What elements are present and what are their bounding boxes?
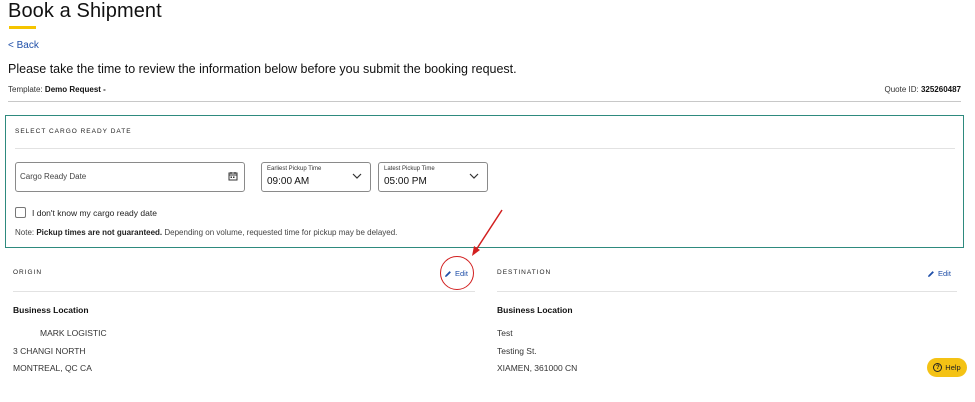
destination-panel: DESTINATION Edit Business Location Test …: [489, 255, 963, 402]
origin-panel: ORIGIN Edit Business Location MARK LOGIS…: [5, 255, 479, 402]
earliest-pickup-value: 09:00 AM: [267, 176, 310, 187]
destination-location-type: Business Location: [497, 305, 573, 315]
divider: [15, 148, 955, 149]
back-link-label: < Back: [8, 40, 39, 51]
quote-value: 325260487: [920, 85, 961, 94]
intro-text: Please take the time to review the infor…: [8, 62, 517, 76]
annotation-circle: [440, 256, 474, 290]
pickup-note: Note: Pickup times are not guaranteed. D…: [15, 228, 397, 237]
chevron-down-icon: [469, 173, 479, 179]
note-rest: Depending on volume, requested time for …: [162, 228, 398, 237]
help-button[interactable]: ? Help: [927, 358, 967, 377]
origin-address-line2: 3 CHANGI NORTH: [13, 346, 86, 356]
page-title: Book a Shipment: [8, 0, 162, 22]
origin-location-type: Business Location: [13, 305, 89, 315]
unknown-date-label: I don't know my cargo ready date: [32, 207, 157, 218]
calendar-icon[interactable]: [228, 171, 238, 181]
template-line: Template: Demo Request -: [8, 85, 106, 94]
divider: [13, 291, 475, 292]
destination-edit-button[interactable]: Edit: [927, 269, 951, 278]
title-underline: [9, 26, 36, 29]
origin-address-line1: MARK LOGISTIC: [40, 328, 107, 338]
template-label: Template:: [8, 85, 43, 94]
help-label: Help: [945, 363, 961, 372]
annotation-arrow-icon: [472, 209, 503, 256]
divider: [8, 101, 961, 102]
divider: [497, 291, 957, 292]
earliest-pickup-time-select[interactable]: Earliest Pickup Time 09:00 AM: [261, 162, 371, 192]
note-prefix: Note:: [15, 228, 37, 237]
earliest-pickup-label: Earliest Pickup Time: [267, 166, 322, 172]
origin-heading: ORIGIN: [13, 269, 43, 276]
destination-address-line1: Test: [497, 328, 513, 338]
pencil-icon: [928, 270, 934, 277]
latest-pickup-time-select[interactable]: Latest Pickup Time 05:00 PM: [378, 162, 488, 192]
unknown-date-row: I don't know my cargo ready date: [15, 207, 157, 218]
cargo-section-heading: SELECT CARGO READY DATE: [15, 128, 132, 135]
latest-pickup-value: 05:00 PM: [384, 176, 427, 187]
destination-address-line3: XIAMEN, 361000 CN: [497, 363, 578, 373]
question-circle-icon: ?: [933, 363, 943, 372]
chevron-down-icon: [352, 173, 362, 179]
back-link[interactable]: < Back: [8, 40, 39, 51]
latest-pickup-label: Latest Pickup Time: [384, 166, 435, 172]
template-value: Demo Request -: [44, 85, 106, 94]
unknown-date-checkbox[interactable]: [15, 207, 26, 218]
cargo-ready-date-input[interactable]: Cargo Ready Date: [15, 162, 245, 192]
destination-address-line2: Testing St.: [497, 346, 537, 356]
quote-id: Quote ID: 325260487: [884, 85, 961, 94]
cargo-ready-date-placeholder: Cargo Ready Date: [20, 172, 87, 181]
quote-label: Quote ID:: [884, 85, 919, 94]
destination-edit-label: Edit: [938, 269, 951, 278]
origin-address-line3: MONTREAL, QC CA: [13, 363, 92, 373]
note-bold: Pickup times are not guaranteed.: [36, 228, 163, 237]
destination-heading: DESTINATION: [497, 269, 552, 276]
